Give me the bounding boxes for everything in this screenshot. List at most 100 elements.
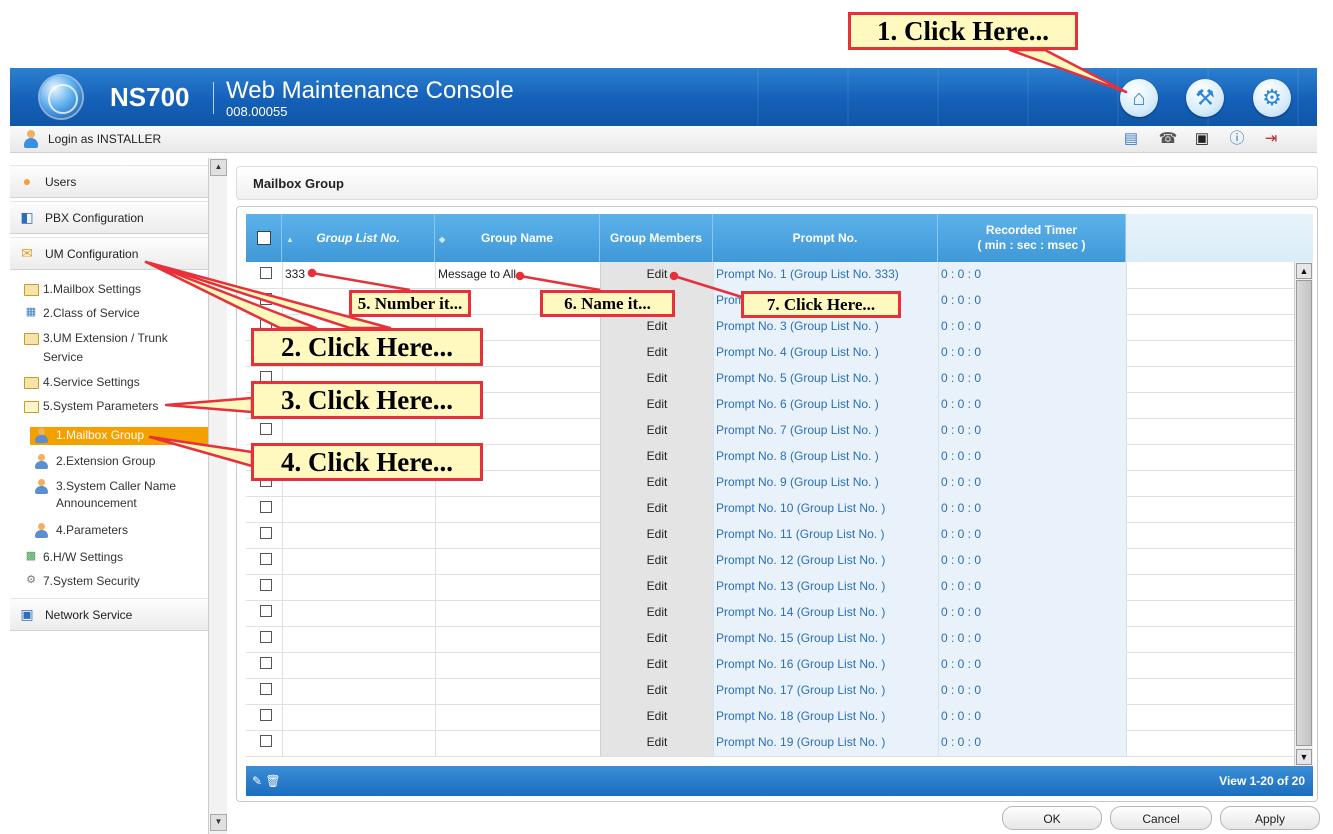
edit-members-button[interactable]: Edit — [600, 652, 713, 678]
edit-members-button[interactable]: Edit — [600, 496, 713, 522]
trash-icon[interactable]: 🗑 — [265, 774, 280, 788]
group-list-no-cell[interactable]: 333 — [282, 262, 435, 288]
group-name-cell[interactable] — [435, 522, 600, 548]
row-checkbox[interactable] — [260, 423, 272, 435]
row-checkbox[interactable] — [260, 735, 272, 747]
sidebar-section-network-service[interactable]: ▣ Network Service — [10, 598, 208, 631]
group-name-cell[interactable] — [435, 496, 600, 522]
group-name-cell[interactable] — [435, 418, 600, 444]
cancel-button[interactable]: Cancel — [1110, 806, 1212, 830]
prompt-no-cell[interactable]: Prompt No. 16 (Group List No. ) — [713, 652, 938, 678]
group-list-no-cell[interactable] — [282, 704, 435, 730]
row-checkbox-cell[interactable] — [246, 262, 282, 288]
tools-button[interactable]: ⚒ — [1186, 79, 1224, 117]
grid-scrollbar[interactable]: ▲ ▼ — [1294, 262, 1313, 766]
group-name-cell[interactable] — [435, 626, 600, 652]
prompt-no-cell[interactable]: Prompt No. 19 (Group List No. ) — [713, 730, 938, 756]
row-checkbox[interactable] — [260, 293, 272, 305]
group-name-cell[interactable] — [435, 600, 600, 626]
logout-icon[interactable]: ⇥ — [1261, 130, 1281, 148]
row-checkbox[interactable] — [260, 527, 272, 539]
prompt-no-cell[interactable]: Prompt No. 17 (Group List No. ) — [713, 678, 938, 704]
prompt-no-cell[interactable]: Prompt No. 15 (Group List No. ) — [713, 626, 938, 652]
prompt-no-cell[interactable]: Prompt No. 14 (Group List No. ) — [713, 600, 938, 626]
table-row[interactable]: Edit Prompt No. 13 (Group List No. ) 0 : 0… — [246, 574, 1294, 601]
edit-members-button[interactable]: Edit — [600, 574, 713, 600]
row-checkbox[interactable] — [260, 553, 272, 565]
row-checkbox-cell[interactable] — [246, 418, 282, 444]
group-list-no-cell[interactable] — [282, 496, 435, 522]
edit-members-button[interactable]: Edit — [600, 392, 713, 418]
edit-members-button[interactable]: Edit — [600, 704, 713, 730]
settings-button[interactable]: ⚙ — [1253, 79, 1291, 117]
scroll-down-icon[interactable]: ▼ — [210, 814, 227, 831]
edit-members-button[interactable]: Edit — [600, 340, 713, 366]
edit-members-button[interactable]: Edit — [600, 522, 713, 548]
row-checkbox-cell[interactable] — [246, 548, 282, 574]
group-list-no-cell[interactable] — [282, 600, 435, 626]
row-checkbox-cell[interactable] — [246, 678, 282, 704]
group-list-no-cell[interactable] — [282, 522, 435, 548]
row-checkbox-cell[interactable] — [246, 574, 282, 600]
sidebar-item-mailbox-group[interactable]: 1.Mailbox Group — [30, 427, 208, 445]
prompt-no-cell[interactable]: Prompt No. 10 (Group List No. ) — [713, 496, 938, 522]
table-row[interactable]: Edit Prompt No. 18 (Group List No. ) 0 : 0… — [246, 704, 1294, 731]
scroll-up-icon[interactable]: ▲ — [210, 159, 227, 176]
group-list-no-cell[interactable] — [282, 626, 435, 652]
prompt-no-cell[interactable]: Prompt No. 13 (Group List No. ) — [713, 574, 938, 600]
ok-button[interactable]: OK — [1002, 806, 1102, 830]
column-header-group-members[interactable]: Group Members — [600, 214, 713, 262]
scroll-down-icon[interactable]: ▼ — [1296, 749, 1312, 765]
table-row[interactable]: Edit Prompt No. 17 (Group List No. ) 0 : 0… — [246, 678, 1294, 705]
table-row[interactable]: Edit Prompt No. 15 (Group List No. ) 0 : 0… — [246, 626, 1294, 653]
row-checkbox[interactable] — [260, 605, 272, 617]
group-list-no-cell[interactable] — [282, 574, 435, 600]
column-header-recorded-timer[interactable]: Recorded Timer ( min : sec : msec ) — [938, 214, 1126, 262]
group-list-no-cell[interactable] — [282, 678, 435, 704]
scroll-thumb[interactable] — [1296, 280, 1312, 746]
prompt-no-cell[interactable]: Prompt No. 4 (Group List No. ) — [713, 340, 938, 366]
select-all-checkbox[interactable] — [256, 231, 271, 245]
table-row[interactable]: Edit Prompt No. 7 (Group List No. ) 0 : 0 … — [246, 418, 1294, 445]
table-row[interactable]: Edit Prompt No. 16 (Group List No. ) 0 : 0… — [246, 652, 1294, 679]
save-icon[interactable]: ▣ — [1192, 130, 1212, 148]
table-row[interactable]: Edit Prompt No. 19 (Group List No. ) 0 : 0… — [246, 730, 1294, 757]
edit-members-button[interactable]: Edit — [600, 444, 713, 470]
row-checkbox-cell[interactable] — [246, 704, 282, 730]
edit-members-button[interactable]: Edit — [600, 314, 713, 340]
select-all-checkbox-cell[interactable] — [246, 214, 282, 262]
table-row[interactable]: Edit Prompt No. 14 (Group List No. ) 0 : 0… — [246, 600, 1294, 627]
edit-members-button[interactable]: Edit — [600, 418, 713, 444]
row-checkbox-cell[interactable] — [246, 730, 282, 756]
sidebar-scrollbar[interactable]: ▲ ▼ — [208, 158, 227, 834]
apply-button[interactable]: Apply — [1220, 806, 1320, 830]
home-button[interactable]: ⌂ — [1120, 79, 1158, 117]
row-checkbox[interactable] — [260, 267, 272, 279]
scroll-up-icon[interactable]: ▲ — [1296, 263, 1312, 279]
table-row[interactable]: Edit Prompt No. 10 (Group List No. ) 0 : 0… — [246, 496, 1294, 523]
row-checkbox-cell[interactable] — [246, 652, 282, 678]
group-name-cell[interactable]: Message to All — [435, 262, 600, 288]
prompt-no-cell[interactable]: Prompt No. 6 (Group List No. ) — [713, 392, 938, 418]
sidebar-section-users[interactable]: ● Users — [10, 165, 208, 198]
group-name-cell[interactable] — [435, 678, 600, 704]
column-header-group-name[interactable]: ◆ Group Name — [435, 214, 600, 262]
row-checkbox-cell[interactable] — [246, 626, 282, 652]
edit-pencil-icon[interactable]: ✎ — [252, 774, 262, 788]
row-checkbox[interactable] — [260, 501, 272, 513]
prompt-no-cell[interactable]: Prompt No. 7 (Group List No. ) — [713, 418, 938, 444]
sidebar-section-um-configuration[interactable]: ✉ UM Configuration — [10, 237, 208, 270]
row-checkbox[interactable] — [260, 631, 272, 643]
edit-members-button[interactable]: Edit — [600, 262, 713, 288]
prompt-no-cell[interactable]: Prompt No. 11 (Group List No. ) — [713, 522, 938, 548]
prompt-no-cell[interactable]: Prompt No. 1 (Group List No. 333) — [713, 262, 938, 288]
group-name-cell[interactable] — [435, 548, 600, 574]
group-name-cell[interactable] — [435, 652, 600, 678]
edit-members-button[interactable]: Edit — [600, 678, 713, 704]
row-checkbox[interactable] — [260, 683, 272, 695]
row-checkbox[interactable] — [260, 709, 272, 721]
row-checkbox[interactable] — [260, 579, 272, 591]
group-name-cell[interactable] — [435, 730, 600, 756]
prompt-no-cell[interactable]: Prompt No. 9 (Group List No. ) — [713, 470, 938, 496]
prompt-no-cell[interactable]: Prompt No. 5 (Group List No. ) — [713, 366, 938, 392]
